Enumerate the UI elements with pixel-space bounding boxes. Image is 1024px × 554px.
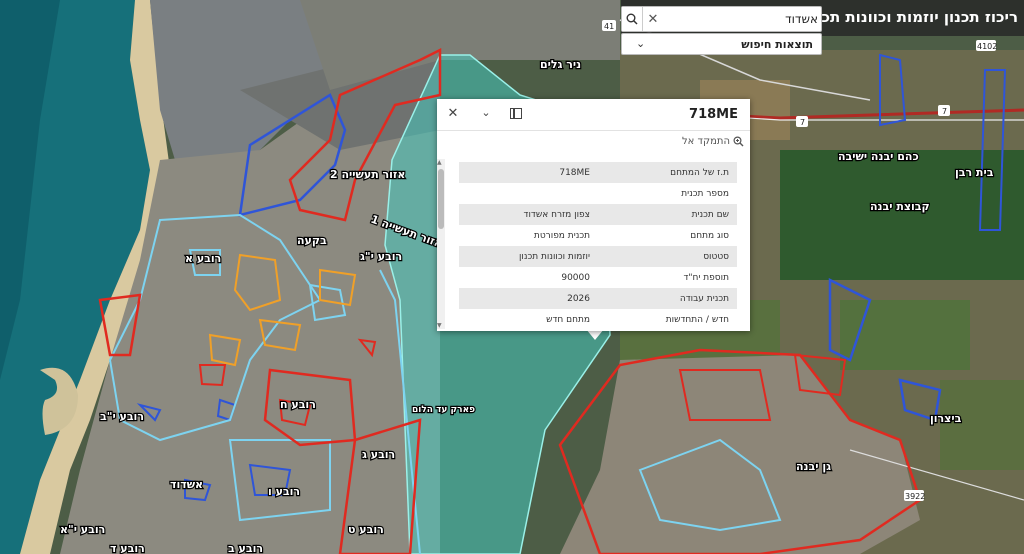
popup-header: ✕ ⌄ 718ME — [437, 99, 750, 131]
zoom-to-icon — [733, 136, 744, 147]
zoom-to-link[interactable]: התמקד אל — [682, 136, 744, 147]
map-label: אשדוד — [170, 478, 203, 491]
map-label: פארק עד הלום — [412, 405, 475, 415]
attr-value: מתחם חדש — [459, 309, 598, 329]
map-label: רובע ד — [110, 542, 145, 554]
map-label: בית רבן — [955, 166, 994, 179]
search-icon — [626, 13, 638, 25]
search-input[interactable] — [662, 9, 818, 29]
attr-key: תוספת יח"ד — [598, 267, 737, 288]
attr-value: 2026 — [459, 288, 598, 309]
attribute-table-container: ת.ז של המתחם 718ME מספר תכנית שם תכנית צפו… — [437, 159, 750, 329]
table-row: מספר תכנית — [459, 183, 737, 204]
map-label: רובע י"ב — [100, 410, 144, 423]
map-label: רובע ו — [268, 485, 300, 498]
search-box[interactable]: ✕ — [621, 6, 822, 32]
attr-value: תכנית מפורטת — [459, 225, 598, 246]
attr-value — [459, 183, 598, 204]
attr-key: תכנית עבודה — [598, 288, 737, 309]
table-row: תוספת יח"ד 90000 — [459, 267, 737, 288]
road-number: 41 — [604, 22, 614, 31]
chevron-down-icon: ⌄ — [636, 37, 646, 50]
map-label: רובע ח — [280, 398, 316, 411]
table-row: סטטוס יוזמות וכוונות תכנון — [459, 246, 737, 267]
attr-key: מספר תכנית — [598, 183, 737, 204]
map-label: רובע י"ג — [360, 250, 402, 263]
map-label: רובע ג — [362, 448, 395, 461]
table-row: ת.ז של המתחם 718ME — [459, 162, 737, 183]
table-row: חדש / התחדשות מתחם חדש — [459, 309, 737, 329]
attribute-table: ת.ז של המתחם 718ME מספר תכנית שם תכנית צפו… — [459, 162, 737, 329]
zoom-to-label: התמקד אל — [682, 136, 730, 147]
feature-popup: ✕ ⌄ 718ME התמקד אל ▲ ▼ ת.ז של המתחם 718ME… — [437, 99, 750, 331]
attr-value: 718ME — [459, 162, 598, 183]
road-number: 3922 — [905, 492, 925, 501]
close-icon[interactable]: ✕ — [445, 106, 461, 122]
map-label: ביצרון — [930, 412, 962, 425]
map-label: רובע י"א — [60, 523, 105, 536]
table-row: תכנית עבודה 2026 — [459, 288, 737, 309]
clear-search-icon[interactable]: ✕ — [644, 7, 662, 31]
chevron-down-icon[interactable]: ⌄ — [478, 106, 494, 122]
table-row: שם תכנית צפון מזרח אשדוד — [459, 204, 737, 225]
search-results-label: תוצאות חיפוש — [741, 38, 813, 51]
table-row: סוג מתחם תכנית מפורטת — [459, 225, 737, 246]
attr-value: צפון מזרח אשדוד — [459, 204, 598, 225]
app-title: ריכוז תכנון יוזמות וכוונות תכנון — [804, 8, 1018, 26]
map-label: רובע ט — [348, 523, 384, 536]
road-number: 7 — [800, 118, 805, 127]
map-label: בקעה — [297, 234, 327, 247]
attr-value: יוזמות וכוונות תכנון — [459, 246, 598, 267]
road-number: 4102 — [977, 42, 997, 51]
attr-key: סוג מתחם — [598, 225, 737, 246]
map-label: רובע ב — [228, 542, 263, 554]
attr-value: 90000 — [459, 267, 598, 288]
attr-key: חדש / התחדשות — [598, 309, 737, 329]
map-label: גן יבנה — [796, 460, 831, 473]
map-label: קבוצת יבנה — [870, 200, 930, 213]
road-number: 7 — [942, 107, 947, 116]
map-label: כהם יבנה ישיבה — [838, 150, 919, 163]
popup-title: 718ME — [689, 107, 738, 122]
search-button[interactable] — [622, 7, 643, 31]
attr-key: שם תכנית — [598, 204, 737, 225]
map-label: אזור תעשייה 2 — [330, 168, 405, 181]
map-label: ניר גלים — [540, 58, 581, 71]
search-results-dropdown[interactable]: תוצאות חיפוש ⌄ — [621, 33, 822, 55]
dock-icon[interactable] — [510, 108, 522, 119]
map-label: רובע א — [185, 252, 221, 265]
attr-key: סטטוס — [598, 246, 737, 267]
attr-key: ת.ז של המתחם — [598, 162, 737, 183]
